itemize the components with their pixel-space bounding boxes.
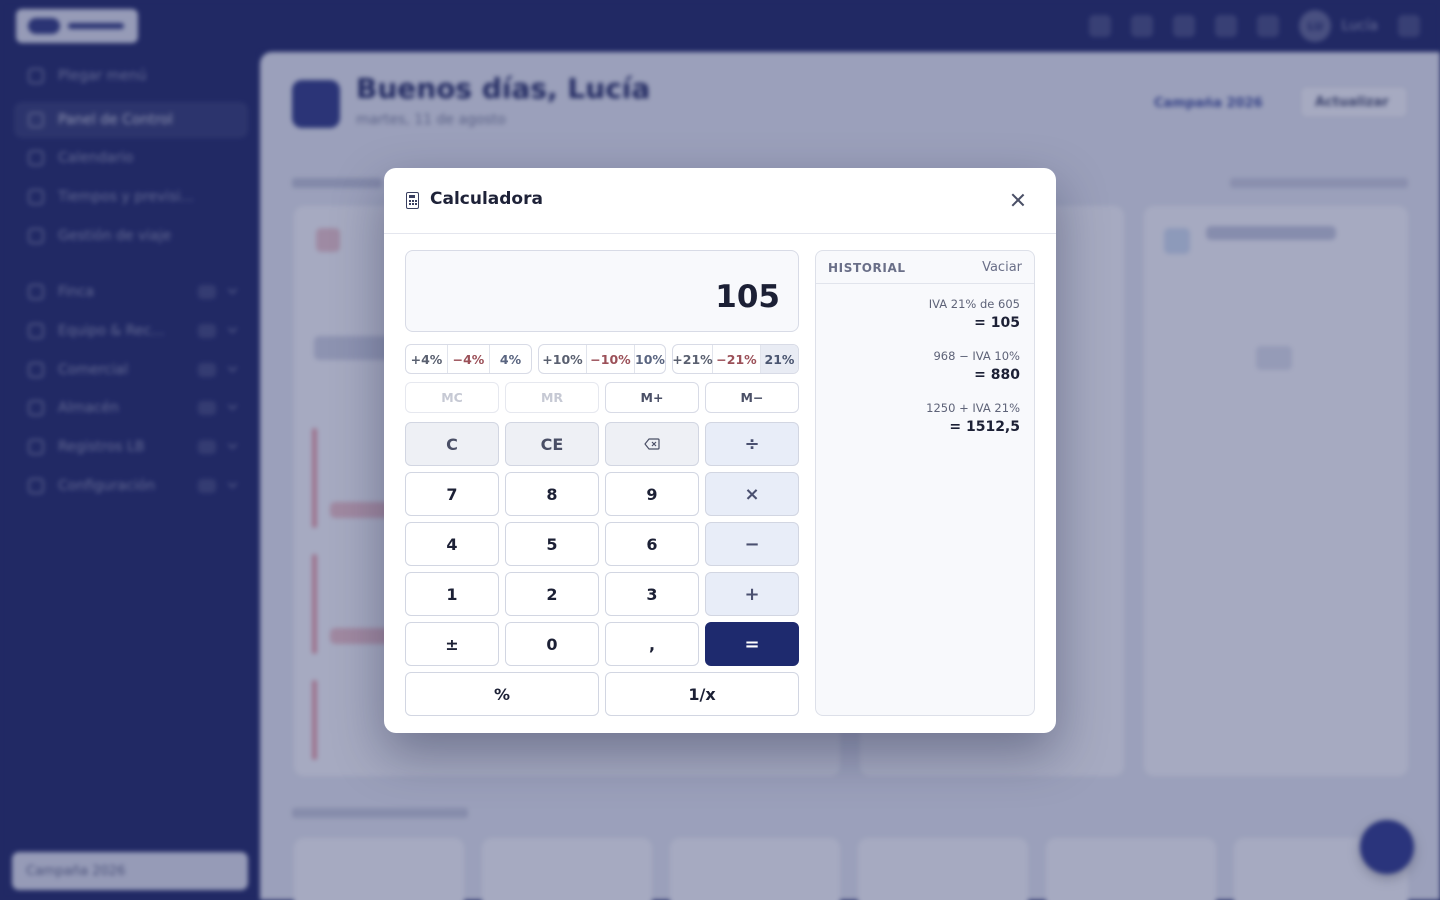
- modal-header: Calculadora: [384, 168, 1056, 234]
- memory-recall-button[interactable]: MR: [505, 382, 599, 413]
- rate-21-percent-button[interactable]: 21%: [761, 345, 798, 373]
- digit-2-button[interactable]: 2: [505, 572, 599, 616]
- subtract-button[interactable]: −: [705, 522, 799, 566]
- backspace-icon: [644, 438, 660, 450]
- history-entry[interactable]: IVA 21% de 605 = 105: [929, 297, 1020, 331]
- add-4-percent-button[interactable]: +4%: [406, 345, 448, 373]
- subtract-4-percent-button[interactable]: −4%: [448, 345, 490, 373]
- calculator-modal: Calculadora 105 +4% −4% 4% +10% −10% 10%…: [384, 168, 1056, 733]
- digit-8-button[interactable]: 8: [505, 472, 599, 516]
- clear-history-button[interactable]: Vaciar: [982, 260, 1022, 275]
- subtract-10-percent-button[interactable]: −10%: [587, 345, 635, 373]
- display-value: 105: [715, 279, 780, 315]
- calculator-icon: [406, 192, 419, 209]
- digit-5-button[interactable]: 5: [505, 522, 599, 566]
- memory-subtract-button[interactable]: M−: [705, 382, 799, 413]
- modal-title: Calculadora: [430, 189, 543, 209]
- close-icon[interactable]: [1006, 188, 1030, 212]
- history-result: = 105: [974, 315, 1020, 331]
- equals-button[interactable]: =: [705, 622, 799, 666]
- history-title: HISTORIAL: [828, 261, 906, 275]
- percent-button[interactable]: %: [405, 672, 599, 716]
- history-expression: 1250 + IVA 21%: [926, 401, 1020, 415]
- add-21-percent-button[interactable]: +21%: [673, 345, 713, 373]
- clear-entry-button[interactable]: CE: [505, 422, 599, 466]
- digit-7-button[interactable]: 7: [405, 472, 499, 516]
- digit-0-button[interactable]: 0: [505, 622, 599, 666]
- history-expression: IVA 21% de 605: [928, 297, 1020, 311]
- memory-add-button[interactable]: M+: [605, 382, 699, 413]
- history-header: HISTORIAL Vaciar: [816, 251, 1034, 284]
- rate-group-4: +4% −4% 4%: [405, 344, 532, 374]
- backspace-button[interactable]: [605, 422, 699, 466]
- digit-9-button[interactable]: 9: [605, 472, 699, 516]
- digit-6-button[interactable]: 6: [605, 522, 699, 566]
- subtract-21-percent-button[interactable]: −21%: [713, 345, 761, 373]
- reciprocal-button[interactable]: 1/x: [605, 672, 799, 716]
- digit-1-button[interactable]: 1: [405, 572, 499, 616]
- decimal-button[interactable]: ,: [605, 622, 699, 666]
- rate-4-percent-button[interactable]: 4%: [490, 345, 531, 373]
- divide-button[interactable]: ÷: [705, 422, 799, 466]
- rate-10-percent-button[interactable]: 10%: [635, 345, 665, 373]
- calculator-display: 105: [405, 250, 799, 332]
- clear-button[interactable]: C: [405, 422, 499, 466]
- history-expression: 968 − IVA 10%: [933, 349, 1020, 363]
- history-result: = 1512,5: [949, 419, 1020, 435]
- memory-clear-button[interactable]: MC: [405, 382, 499, 413]
- rate-group-10: +10% −10% 10%: [538, 344, 666, 374]
- digit-3-button[interactable]: 3: [605, 572, 699, 616]
- sign-toggle-button[interactable]: ±: [405, 622, 499, 666]
- rate-group-21: +21% −21% 21%: [672, 344, 799, 374]
- history-panel: HISTORIAL Vaciar IVA 21% de 605 = 105 96…: [815, 250, 1035, 716]
- add-10-percent-button[interactable]: +10%: [539, 345, 587, 373]
- history-entry[interactable]: 968 − IVA 10% = 880: [933, 349, 1020, 383]
- multiply-button[interactable]: ×: [705, 472, 799, 516]
- add-button[interactable]: +: [705, 572, 799, 616]
- history-result: = 880: [974, 367, 1020, 383]
- digit-4-button[interactable]: 4: [405, 522, 499, 566]
- history-entry[interactable]: 1250 + IVA 21% = 1512,5: [926, 401, 1020, 435]
